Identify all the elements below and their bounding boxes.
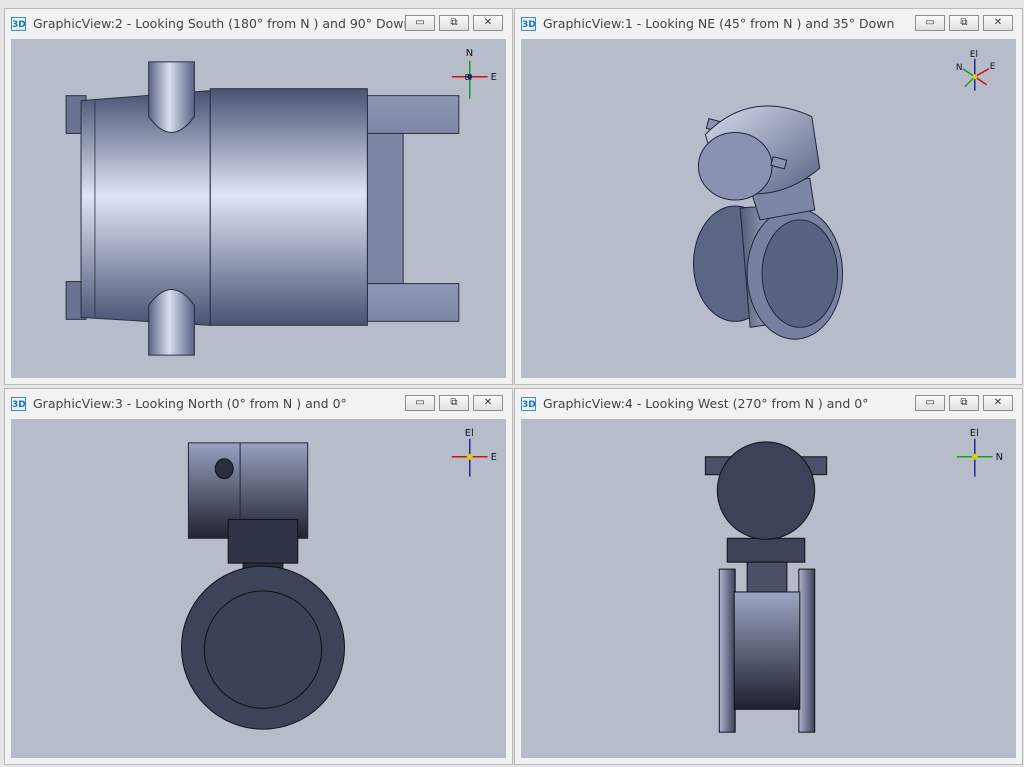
compass-axis-icon: El E [451,428,497,477]
restore-button[interactable]: ⧉ [439,15,469,31]
svg-text:N: N [466,48,473,59]
3d-viewport[interactable]: N E El [11,39,506,378]
pane-title: GraphicView:3 - Looking North (0° from N… [33,396,347,411]
compass-axis-icon: El N [956,428,1003,477]
compass-axis-icon: N E El [451,48,497,99]
pane-title: GraphicView:2 - Looking South (180° from… [33,16,412,31]
3d-viewport[interactable]: El E N [521,39,1016,378]
graphic-view-3-pane[interactable]: 3D GraphicView:3 - Looking North (0° fro… [4,388,513,765]
compass-axis-icon: El E N [956,50,996,91]
model-view-west: El N [704,428,1003,733]
pane-title: GraphicView:1 - Looking NE (45° from N )… [543,16,895,31]
svg-text:El: El [465,428,474,439]
minimize-button[interactable]: ▭ [405,395,435,411]
minimize-button[interactable]: ▭ [915,15,945,31]
graphic-view-2-pane[interactable]: 3D GraphicView:2 - Looking South (180° f… [4,8,513,385]
close-button[interactable]: ✕ [983,15,1013,31]
pane-titlebar[interactable]: 3D GraphicView:4 - Looking West (270° fr… [515,389,1022,419]
svg-text:El: El [465,73,472,82]
svg-text:N: N [996,452,1003,463]
3d-viewport[interactable]: El E [11,419,506,758]
svg-text:E: E [990,62,996,72]
svg-text:El: El [970,50,978,60]
3d-app-icon: 3D [521,397,536,411]
pane-titlebar[interactable]: 3D GraphicView:3 - Looking North (0° fro… [5,389,512,419]
restore-button[interactable]: ⧉ [949,15,979,31]
3d-app-icon: 3D [11,17,26,31]
graphic-view-4-pane[interactable]: 3D GraphicView:4 - Looking West (270° fr… [514,388,1023,765]
pane-title: GraphicView:4 - Looking West (270° from … [543,396,869,411]
graphic-view-1-pane[interactable]: 3D GraphicView:1 - Looking NE (45° from … [514,8,1023,385]
pane-titlebar[interactable]: 3D GraphicView:2 - Looking South (180° f… [5,9,512,39]
close-button[interactable]: ✕ [983,395,1013,411]
3d-viewport[interactable]: El N [521,419,1016,758]
svg-text:N: N [956,63,963,73]
svg-text:El: El [970,428,979,439]
svg-text:E: E [491,72,497,83]
model-view-north: El E [180,428,497,730]
3d-app-icon: 3D [11,397,26,411]
svg-text:E: E [491,452,497,463]
restore-button[interactable]: ⧉ [439,395,469,411]
restore-button[interactable]: ⧉ [949,395,979,411]
model-view-ne: El E N [692,50,996,340]
minimize-button[interactable]: ▭ [915,395,945,411]
close-button[interactable]: ✕ [473,395,503,411]
minimize-button[interactable]: ▭ [405,15,435,31]
pane-titlebar[interactable]: 3D GraphicView:1 - Looking NE (45° from … [515,9,1022,39]
model-view-south: N E El [65,48,497,356]
close-button[interactable]: ✕ [473,15,503,31]
3d-app-icon: 3D [521,17,536,31]
